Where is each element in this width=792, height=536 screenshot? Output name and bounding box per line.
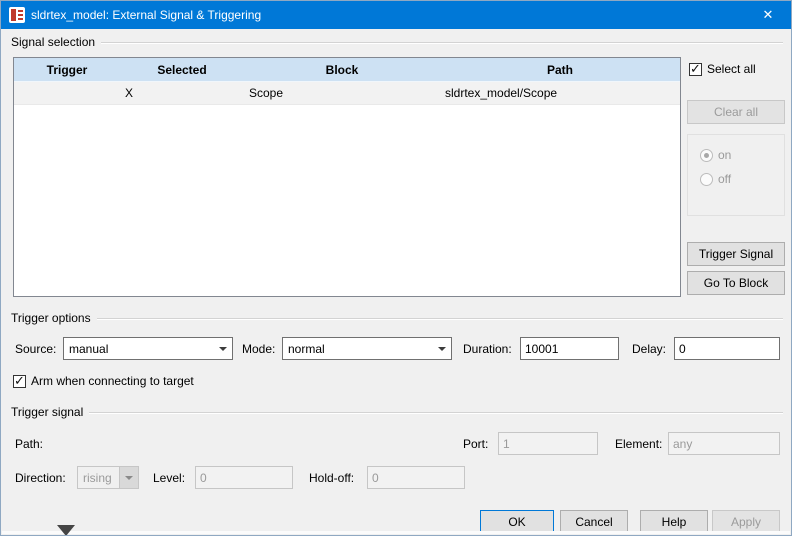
window-bottom-edge	[2, 531, 790, 534]
trigger-state-group: on off	[687, 134, 785, 216]
cell-selected: X	[120, 82, 244, 104]
trigger-signal-button[interactable]: Trigger Signal	[687, 242, 785, 266]
checkbox-checked-icon	[689, 63, 702, 76]
titlebar[interactable]: sldrtex_model: External Signal & Trigger…	[1, 1, 791, 29]
resize-grip-icon	[57, 525, 75, 536]
chevron-down-icon	[432, 338, 451, 359]
duration-input[interactable]	[520, 337, 619, 360]
chevron-down-icon	[213, 338, 232, 359]
source-label: Source:	[15, 342, 56, 356]
port-input[interactable]	[498, 432, 598, 455]
trigger-options-label: Trigger options	[11, 311, 91, 325]
cell-trigger	[14, 82, 120, 104]
holdoff-input[interactable]	[367, 466, 465, 489]
mode-value: normal	[283, 342, 432, 356]
cell-path: sldrtex_model/Scope	[440, 82, 680, 104]
mode-label: Mode:	[242, 342, 275, 356]
radio-on[interactable]: on	[700, 148, 731, 162]
radio-off[interactable]: off	[700, 172, 731, 186]
signal-selection-header: Signal selection	[11, 35, 783, 49]
window-title: sldrtex_model: External Signal & Trigger…	[31, 8, 261, 22]
radio-selected-icon	[700, 149, 713, 162]
element-input[interactable]	[668, 432, 780, 455]
radio-on-label: on	[718, 148, 731, 162]
checkbox-checked-icon	[13, 375, 26, 388]
delay-label: Delay:	[632, 342, 666, 356]
trigger-signal-label: Trigger signal	[11, 405, 83, 419]
radio-off-label: off	[718, 172, 731, 186]
close-button[interactable]: ✕	[745, 1, 791, 29]
signal-selection-label: Signal selection	[11, 35, 95, 49]
signal-table-header-row: Trigger Selected Block Path	[14, 58, 680, 82]
trigger-options-header: Trigger options	[11, 311, 783, 325]
close-icon: ✕	[763, 7, 774, 23]
trigger-signal-header: Trigger signal	[11, 405, 783, 419]
column-header-selected[interactable]: Selected	[120, 58, 244, 81]
dialog-window: sldrtex_model: External Signal & Trigger…	[0, 0, 792, 536]
source-dropdown[interactable]: manual	[63, 337, 233, 360]
column-header-path[interactable]: Path	[440, 58, 680, 81]
table-row[interactable]: X Scope sldrtex_model/Scope	[14, 82, 680, 105]
signal-table: Trigger Selected Block Path X Scope sldr…	[13, 57, 681, 297]
clear-all-button[interactable]: Clear all	[687, 100, 785, 124]
radio-unselected-icon	[700, 173, 713, 186]
select-all-label: Select all	[707, 62, 756, 76]
divider	[101, 42, 783, 44]
cancel-button[interactable]: Cancel	[560, 510, 628, 533]
help-button[interactable]: Help	[640, 510, 708, 533]
port-label: Port:	[463, 437, 488, 451]
column-header-trigger[interactable]: Trigger	[14, 58, 120, 81]
divider	[97, 318, 783, 320]
column-header-block[interactable]: Block	[244, 58, 440, 81]
ok-button[interactable]: OK	[480, 510, 554, 533]
direction-value: rising	[78, 471, 119, 485]
delay-input[interactable]	[674, 337, 780, 360]
source-value: manual	[64, 342, 213, 356]
apply-button[interactable]: Apply	[712, 510, 780, 533]
direction-dropdown[interactable]: rising	[77, 466, 139, 489]
select-all-checkbox[interactable]: Select all	[689, 62, 756, 76]
level-label: Level:	[153, 471, 185, 485]
chevron-down-icon	[119, 467, 138, 488]
arm-when-connecting-checkbox[interactable]: Arm when connecting to target	[13, 374, 194, 388]
mode-dropdown[interactable]: normal	[282, 337, 452, 360]
direction-label: Direction:	[15, 471, 66, 485]
level-input[interactable]	[195, 466, 293, 489]
cell-block: Scope	[244, 82, 440, 104]
holdoff-label: Hold-off:	[309, 471, 354, 485]
app-icon	[9, 7, 25, 23]
divider	[89, 412, 783, 414]
path-label: Path:	[15, 437, 43, 451]
element-label: Element:	[615, 437, 662, 451]
go-to-block-button[interactable]: Go To Block	[687, 271, 785, 295]
duration-label: Duration:	[463, 342, 512, 356]
arm-when-connecting-label: Arm when connecting to target	[31, 374, 194, 388]
